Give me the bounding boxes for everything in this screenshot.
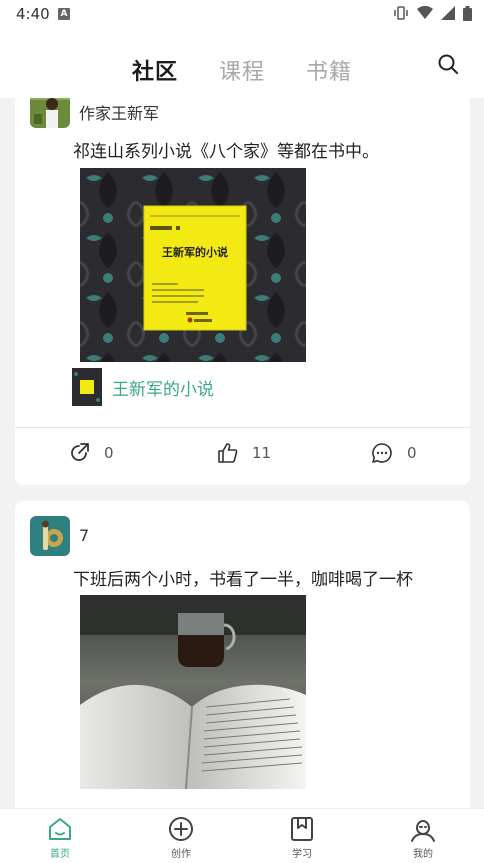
bottom-nav-bar: 首页 创作 学习 我的: [0, 808, 484, 863]
comment-icon: [372, 443, 392, 463]
book-thumbnail: [72, 368, 102, 406]
post-text: 祁连山系列小说《八个家》等都在书中。: [73, 142, 379, 162]
post-image[interactable]: [80, 595, 306, 789]
status-bar: 4:40 A: [0, 0, 484, 28]
nav-study-label: 学习: [292, 849, 312, 860]
comment-action[interactable]: 0: [371, 442, 417, 464]
book-cover-title: 王新军的小说: [162, 245, 228, 259]
system-icons: [393, 5, 472, 21]
post-card[interactable]: 作家王新军 祁连山系列小说《八个家》等都在书中。 王新军的小说 王新军的小说 0…: [15, 98, 470, 485]
cellular-icon: [441, 6, 455, 20]
tab-community[interactable]: 社区: [132, 54, 178, 86]
tab-books[interactable]: 书籍: [306, 54, 352, 86]
post-text: 下班后两个小时，书看了一半，咖啡喝了一杯: [73, 570, 413, 590]
book-link[interactable]: 王新军的小说: [72, 368, 214, 406]
share-count: 0: [104, 444, 114, 462]
tab-courses[interactable]: 课程: [219, 54, 265, 86]
book-title[interactable]: 王新军的小说: [112, 375, 214, 400]
notification-icon: A: [58, 8, 70, 20]
wifi-icon: [417, 6, 433, 19]
vibrate-icon: [394, 6, 408, 20]
share-action[interactable]: 0: [68, 442, 114, 464]
nav-create-label: 创作: [171, 849, 191, 860]
comment-count: 0: [407, 444, 417, 462]
plus-circle-icon: [169, 817, 193, 841]
nav-create[interactable]: 创作: [151, 815, 211, 860]
search-icon[interactable]: [436, 52, 460, 76]
top-tab-bar: 社区 课程 书籍: [0, 28, 484, 98]
thumbs-up-icon: [218, 443, 238, 463]
nav-profile-label: 我的: [413, 849, 433, 860]
post-card[interactable]: 7 下班后两个小时，书看了一半，咖啡喝了一杯: [15, 501, 470, 808]
post-username[interactable]: 7: [79, 526, 89, 545]
nav-home-label: 首页: [50, 849, 70, 860]
avatar[interactable]: [30, 516, 70, 556]
post-image[interactable]: 王新军的小说: [80, 168, 306, 362]
avatar[interactable]: [30, 98, 70, 128]
like-count: 11: [252, 444, 272, 462]
share-icon: [71, 443, 89, 461]
like-action[interactable]: 11: [216, 442, 271, 464]
home-icon: [49, 818, 71, 840]
nav-home[interactable]: 首页: [30, 815, 90, 860]
status-time: 4:40: [16, 5, 50, 23]
nav-study[interactable]: 学习: [272, 815, 332, 860]
post-username[interactable]: 作家王新军: [79, 100, 159, 124]
profile-icon: [411, 820, 435, 842]
nav-profile[interactable]: 我的: [393, 815, 453, 860]
battery-icon: [463, 5, 472, 21]
bookmark-icon: [291, 817, 313, 841]
divider: [15, 427, 470, 428]
